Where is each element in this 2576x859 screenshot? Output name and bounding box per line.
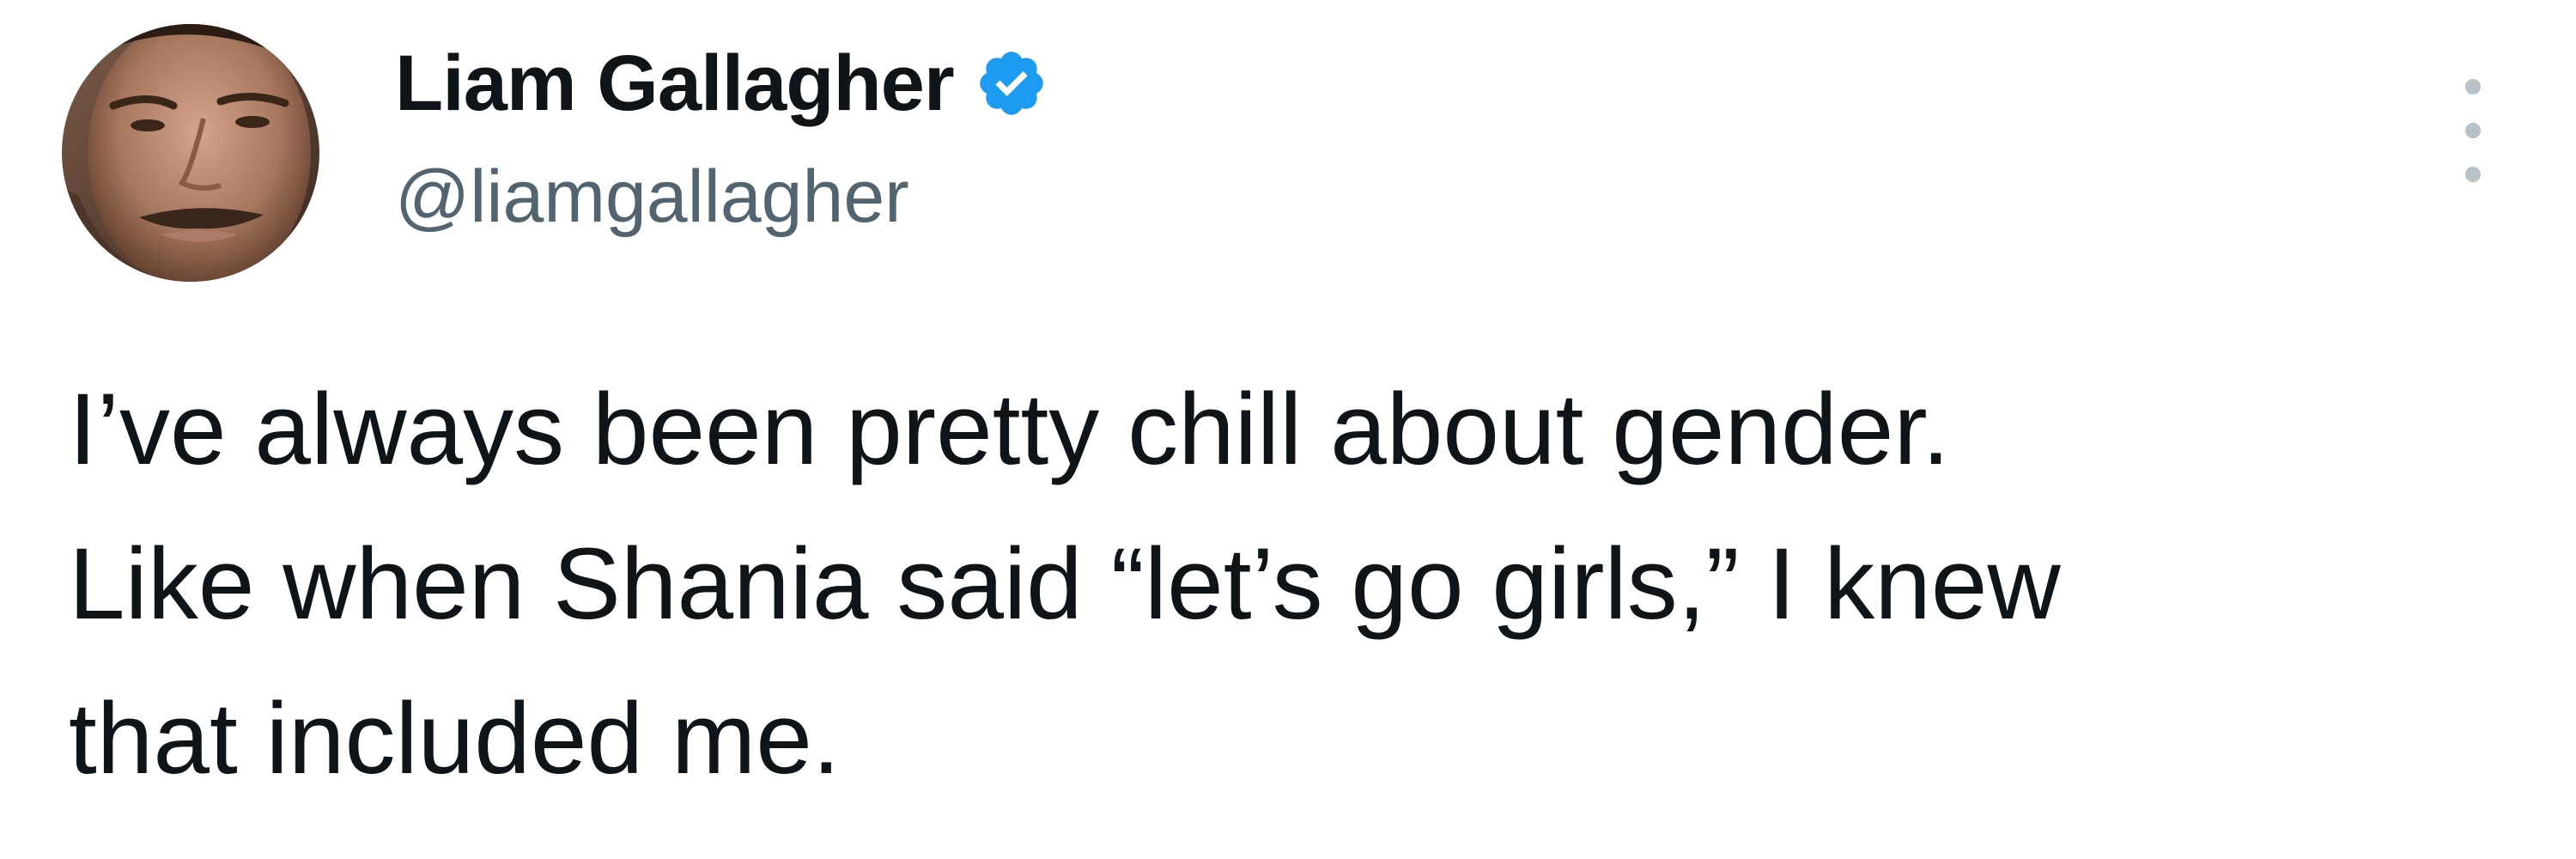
author-display-name[interactable]: Liam Gallagher [395, 39, 955, 129]
tweet-card: Liam Gallagher @liamgallagher I’ve alway… [0, 0, 2576, 859]
verified-badge-icon [979, 52, 1043, 115]
tweet-text: I’ve always been pretty chill about gend… [69, 352, 2507, 816]
more-options-icon[interactable] [2447, 79, 2499, 182]
avatar-photo [62, 24, 319, 282]
more-dot [2465, 123, 2481, 138]
avatar[interactable] [62, 24, 319, 282]
author-handle[interactable]: @liamgallagher [395, 155, 909, 240]
author-name-row[interactable]: Liam Gallagher [395, 36, 1048, 131]
tweet-text-line: I’ve always been pretty chill about gend… [69, 373, 1950, 486]
more-dot [2465, 79, 2481, 94]
tweet-text-line: Like when Shania said “let’s go girls,” … [69, 527, 2061, 641]
tweet-text-line: that included me. [69, 682, 841, 795]
more-dot [2465, 167, 2481, 182]
